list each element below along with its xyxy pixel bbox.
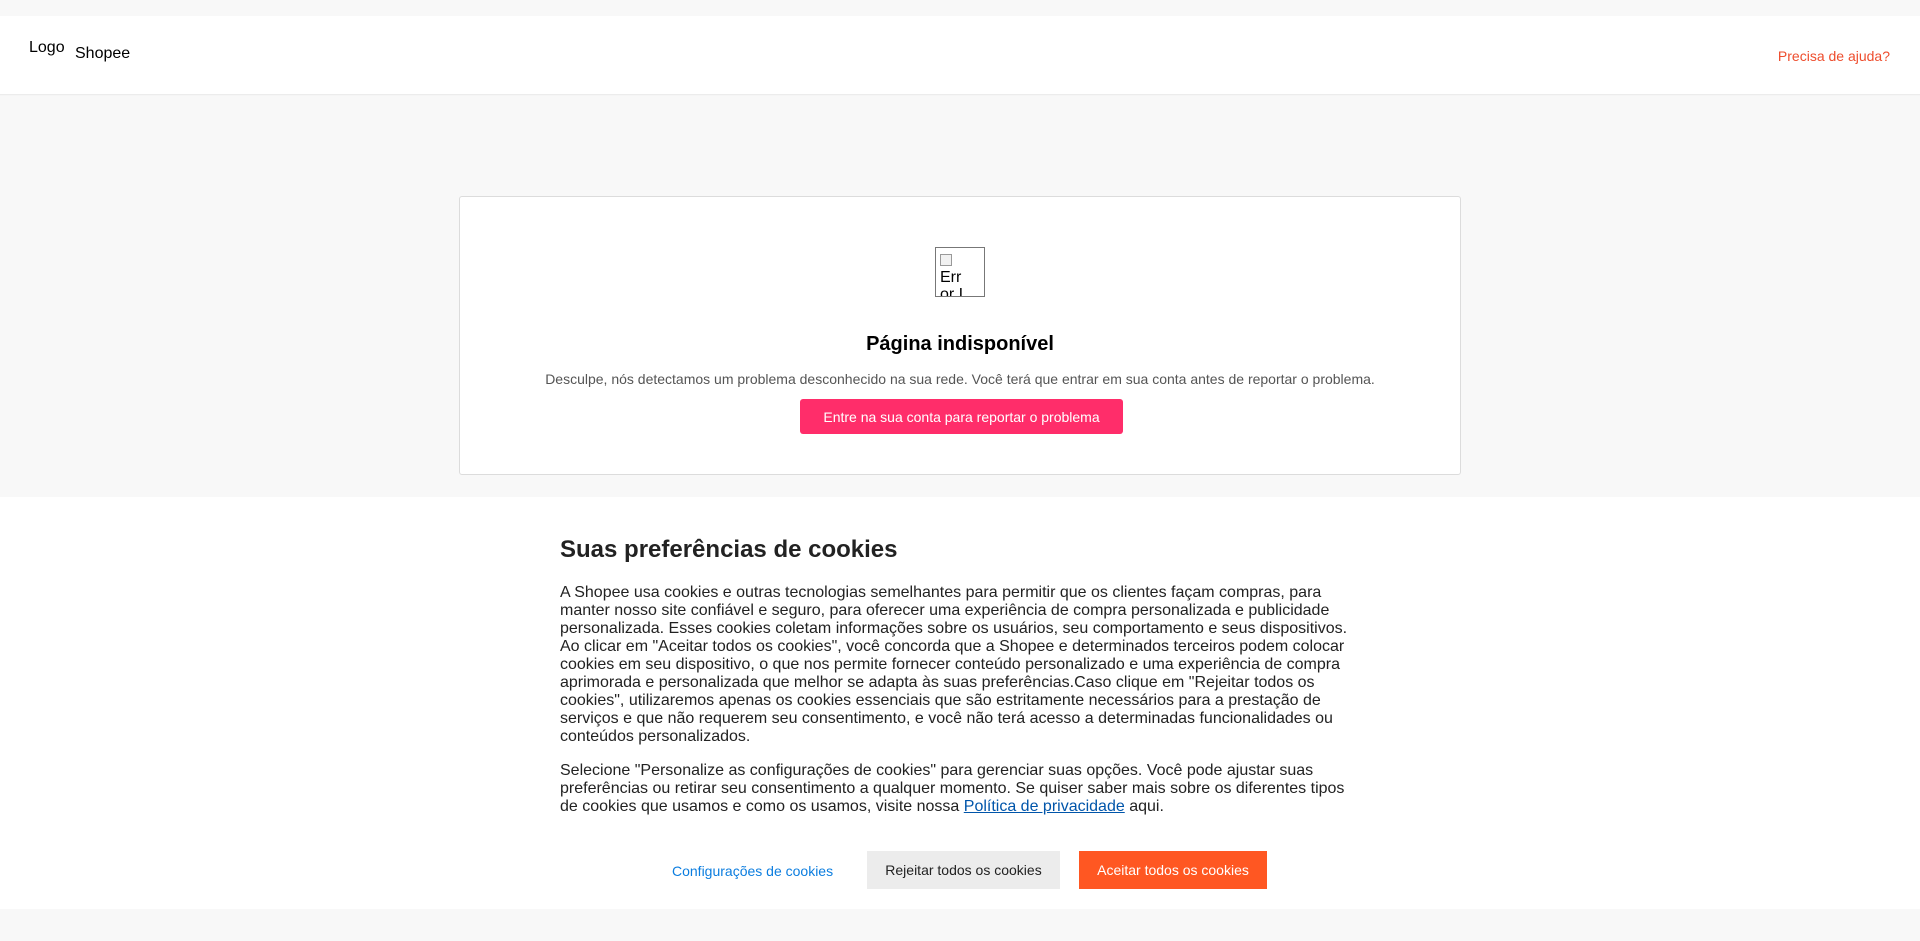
cookie-settings-link[interactable]: Configurações de cookies <box>672 863 833 879</box>
error-icon: Error Icon <box>935 247 985 297</box>
broken-image-icon <box>940 254 952 266</box>
accept-all-cookies-button[interactable]: Aceitar todos os cookies <box>1079 851 1267 889</box>
site-header: Logo Shopee Precisa de ajuda? <box>0 16 1920 95</box>
cookie-manage-text: Selecione "Personalize as configurações … <box>560 762 1345 815</box>
error-icon-alt-text: Error Icon <box>940 269 964 297</box>
login-to-report-button[interactable]: Entre na sua conta para reportar o probl… <box>800 399 1123 434</box>
cookie-manage-paragraph: Selecione "Personalize as configurações … <box>560 762 1360 816</box>
privacy-policy-link[interactable]: Política de privacidade <box>964 798 1125 815</box>
brand-name: Shopee <box>75 45 131 62</box>
error-card: Error Icon Página indisponível Desculpe,… <box>459 196 1461 475</box>
cookie-preferences-title: Suas preferências de cookies <box>560 536 898 563</box>
error-description: Desculpe, nós detectamos um problema des… <box>545 371 1375 387</box>
error-title: Página indisponível <box>866 333 1054 355</box>
cookie-description-paragraph: A Shopee usa cookies e outras tecnologia… <box>560 584 1348 745</box>
cookie-preferences-panel: Suas preferências de cookies A Shopee us… <box>0 497 1920 909</box>
top-strip <box>0 0 1920 16</box>
bottom-strip <box>0 909 1920 941</box>
reject-all-cookies-button[interactable]: Rejeitar todos os cookies <box>867 851 1060 889</box>
main-area: Error Icon Página indisponível Desculpe,… <box>0 96 1920 497</box>
cookie-manage-text-end: aqui. <box>1124 798 1164 815</box>
shopee-logo-image[interactable]: Logo <box>29 39 65 57</box>
help-link[interactable]: Precisa de ajuda? <box>1778 48 1890 64</box>
